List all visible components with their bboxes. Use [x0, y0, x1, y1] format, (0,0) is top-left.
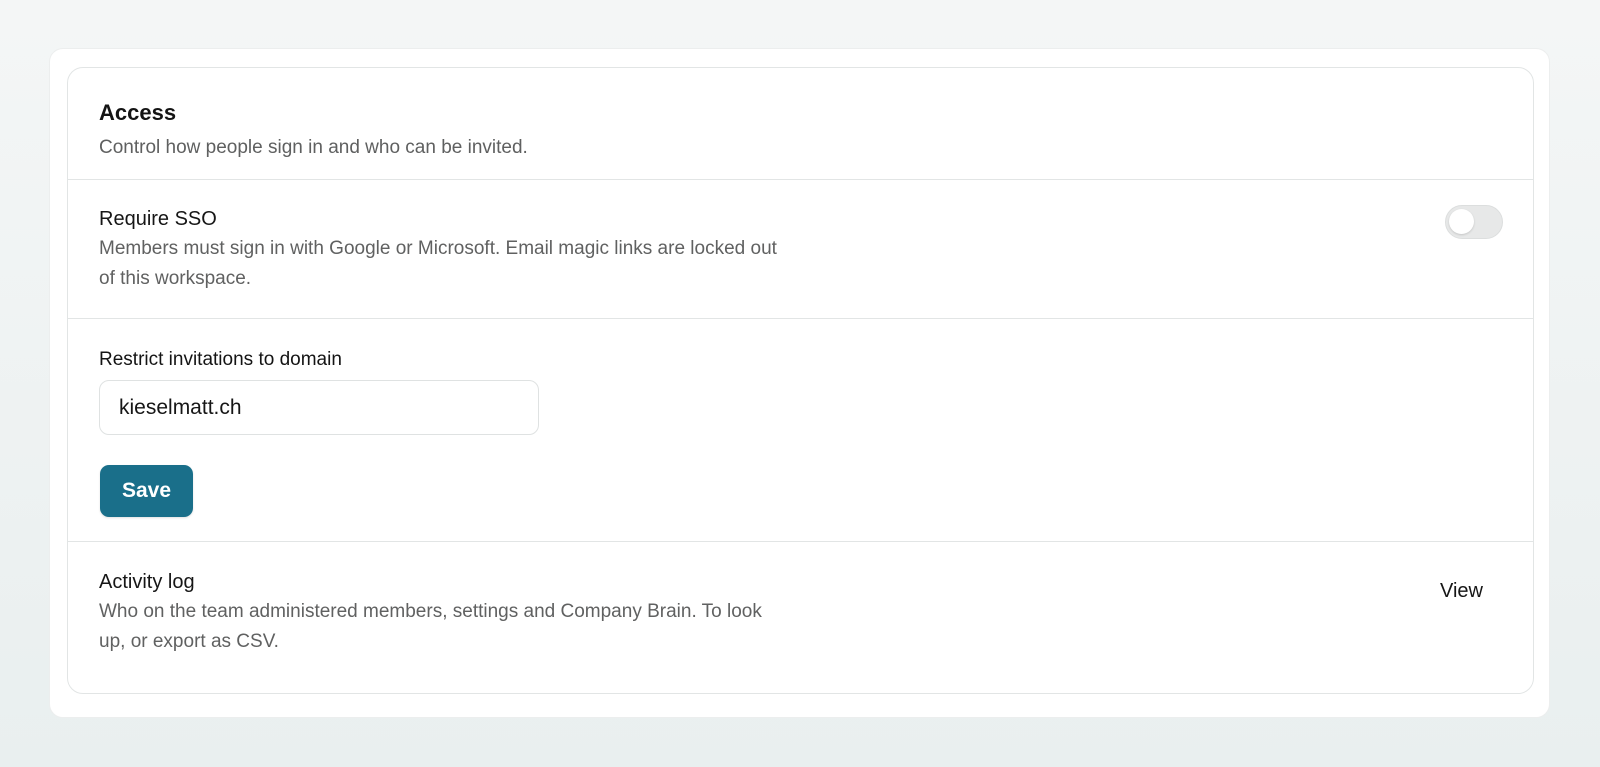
domain-input[interactable] — [99, 380, 539, 435]
access-settings-card: Access Control how people sign in and wh… — [67, 67, 1534, 694]
require-sso-toggle[interactable] — [1445, 205, 1503, 239]
require-sso-title: Require SSO — [99, 208, 217, 230]
domain-field-label: Restrict invitations to domain — [99, 349, 342, 370]
save-button[interactable]: Save — [100, 465, 193, 517]
settings-panel: Access Control how people sign in and wh… — [49, 48, 1550, 718]
toggle-knob — [1449, 209, 1474, 234]
activity-log-description: Who on the team administered members, se… — [99, 601, 762, 652]
section-divider — [68, 541, 1533, 542]
access-description: Control how people sign in and who can b… — [99, 137, 528, 158]
activity-log-view-link[interactable]: View — [1440, 578, 1483, 604]
activity-log-title: Activity log — [99, 571, 195, 593]
section-divider — [68, 318, 1533, 319]
require-sso-description: Members must sign in with Google or Micr… — [99, 238, 777, 289]
section-divider — [68, 179, 1533, 180]
access-heading: Access — [99, 100, 177, 125]
